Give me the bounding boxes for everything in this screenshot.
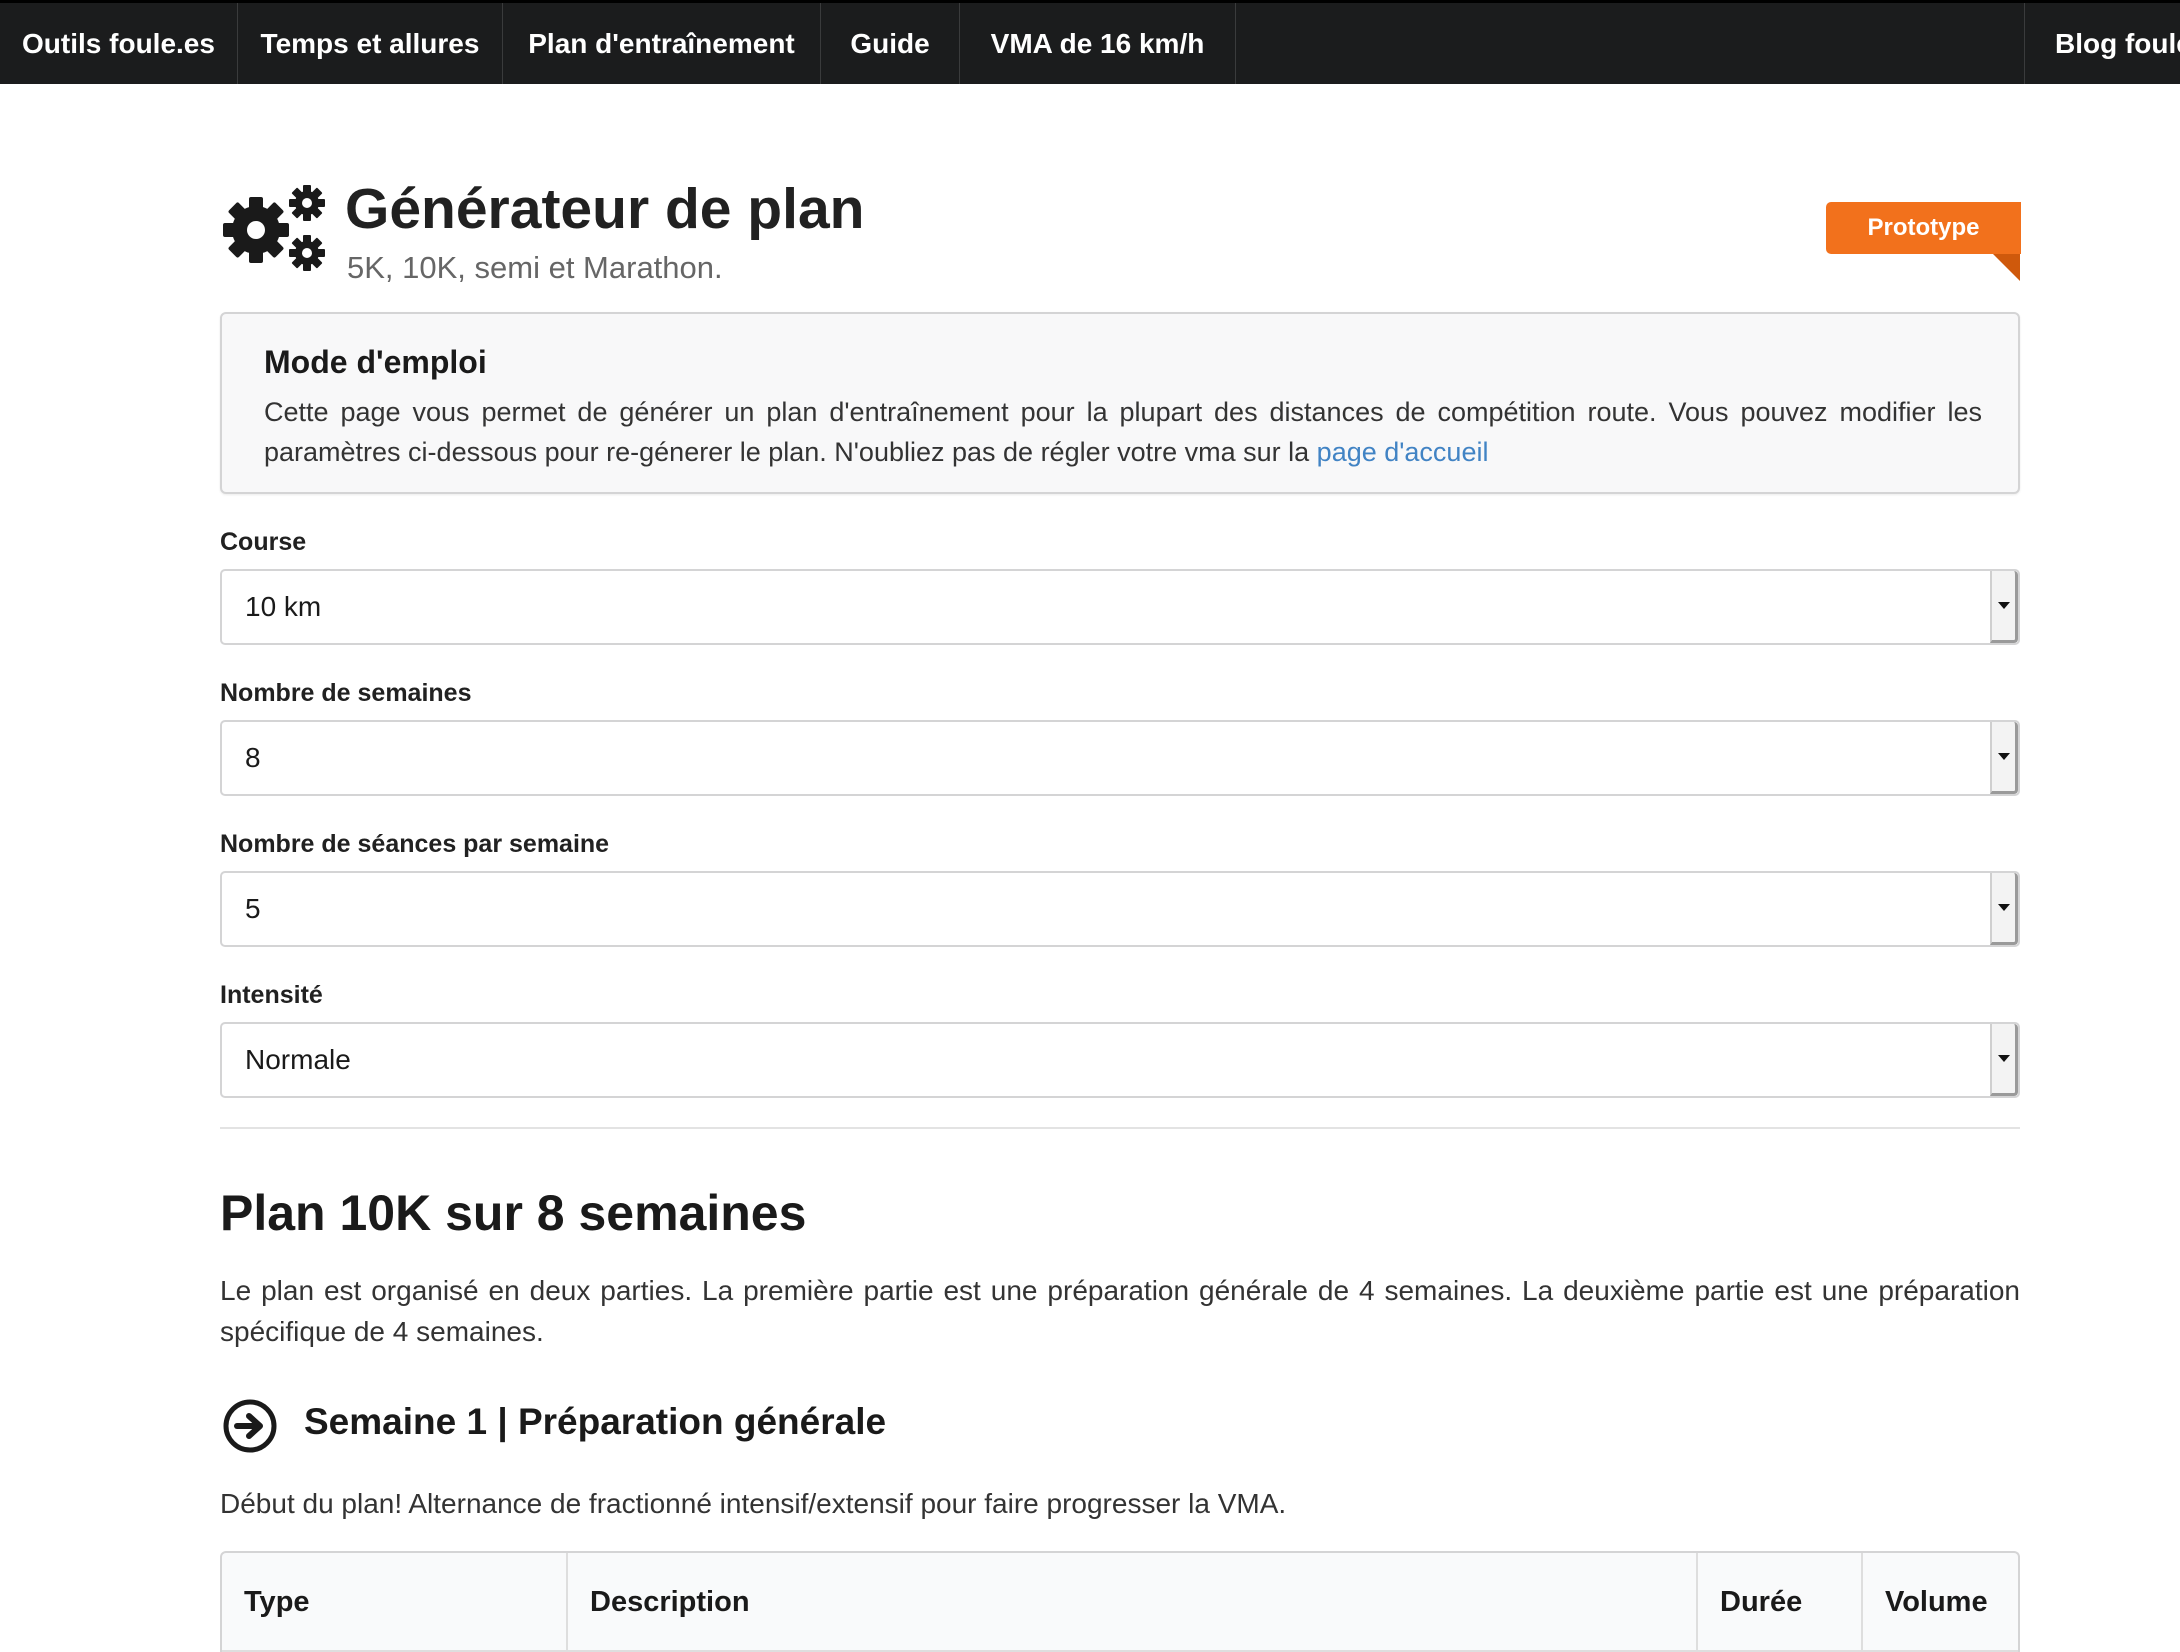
prototype-ribbon: Prototype [1826, 202, 2021, 254]
nav-item-home[interactable]: Outils foule.es [0, 3, 238, 84]
sessions-label: Nombre de séances par semaine [220, 830, 610, 858]
table-header-type: Type [222, 1553, 568, 1652]
weeks-select-value: 8 [245, 742, 261, 773]
page-title: Générateur de plan [345, 177, 865, 241]
section-divider [220, 1127, 2020, 1129]
nav-item-vma[interactable]: VMA de 16 km/h [960, 3, 1236, 84]
weeks-select[interactable]: 8 [220, 720, 2020, 796]
plan-title: Plan 10K sur 8 semaines [220, 1185, 807, 1241]
chevron-down-icon[interactable] [1990, 1024, 2018, 1096]
home-page-link[interactable]: page d'accueil [1317, 437, 1489, 467]
instructions-body: Cette page vous permet de générer un pla… [264, 397, 1982, 467]
table-header-description: Description [568, 1553, 1698, 1652]
intensity-select[interactable]: Normale [220, 1022, 2020, 1098]
sessions-select-value: 5 [245, 893, 261, 924]
plan-description: Le plan est organisé en deux parties. La… [220, 1275, 2020, 1347]
table-header-duree: Durée [1698, 1553, 1863, 1652]
ribbon-fold [1993, 254, 2020, 281]
intensity-label: Intensité [220, 981, 323, 1009]
sessions-select[interactable]: 5 [220, 871, 2020, 947]
nav-item-plan[interactable]: Plan d'entraînement [503, 3, 821, 84]
week-1-table: Type Description Durée Volume [220, 1551, 2020, 1652]
chevron-down-icon[interactable] [1990, 873, 2018, 945]
nav-item-blog[interactable]: Blog foule [2024, 3, 2180, 84]
top-navigation: Outils foule.es Temps et allures Plan d'… [0, 0, 2180, 84]
instructions-box: Mode d'emploi Cette page vous permet de … [220, 312, 2020, 494]
instructions-title: Mode d'emploi [264, 344, 487, 380]
weeks-label: Nombre de semaines [220, 679, 472, 707]
arrow-circle-right-icon [223, 1399, 277, 1453]
chevron-down-icon[interactable] [1990, 722, 2018, 794]
nav-item-guide[interactable]: Guide [821, 3, 960, 84]
course-label: Course [220, 528, 307, 556]
week-1-title: Semaine 1 | Préparation générale [304, 1401, 887, 1442]
course-select[interactable]: 10 km [220, 569, 2020, 645]
week-1-description: Début du plan! Alternance de fractionné … [220, 1488, 1287, 1519]
gears-icon [223, 185, 325, 271]
page-subtitle: 5K, 10K, semi et Marathon. [347, 250, 723, 285]
intensity-select-value: Normale [245, 1044, 351, 1075]
course-select-value: 10 km [245, 591, 322, 622]
chevron-down-icon[interactable] [1990, 571, 2018, 643]
nav-item-temps-allures[interactable]: Temps et allures [238, 3, 503, 84]
table-header-volume: Volume [1885, 1586, 1988, 1618]
instructions-text: Cette page vous permet de générer un pla… [264, 392, 1982, 472]
